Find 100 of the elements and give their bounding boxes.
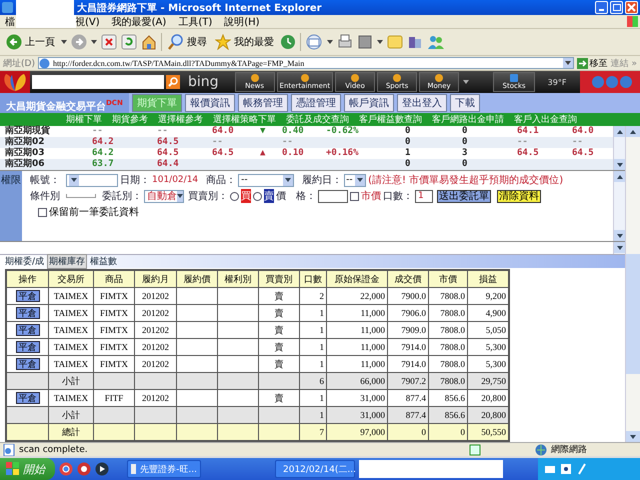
close-position-button[interactable]: 平倉 [16, 392, 40, 404]
help-icon[interactable] [560, 463, 572, 475]
radio-button[interactable] [253, 192, 262, 200]
field-label: 履約日： [302, 174, 342, 187]
favorites-button[interactable]: 我的最愛 [213, 34, 276, 50]
dropdown-arrow-icon[interactable] [377, 40, 383, 44]
back-button[interactable]: 上一頁 [4, 34, 57, 50]
history-icon[interactable] [280, 34, 296, 50]
nav-tab[interactable]: 憑證管理 [290, 94, 341, 112]
table-cell: FITF [94, 390, 134, 406]
price-field[interactable] [318, 190, 348, 202]
nav-tab[interactable]: 帳務管理 [238, 94, 288, 112]
tab[interactable]: 期權庫存 [47, 254, 88, 269]
subnav-link[interactable]: 期權下單 [66, 113, 102, 126]
submit-button[interactable]: 送出委託單 [437, 190, 491, 202]
field-label: 日期： [120, 174, 150, 187]
subnav-link[interactable]: 客戶權益數查詢 [359, 113, 422, 126]
taskbar-button[interactable]: 先豐證券-旺... [127, 460, 201, 478]
close-position-button[interactable]: 平倉 [16, 358, 40, 370]
edit-icon[interactable] [357, 34, 373, 50]
restore-icon[interactable] [610, 1, 623, 14]
close-position-button[interactable]: 平倉 [16, 290, 40, 302]
menu-item[interactable]: 檔 [5, 14, 15, 28]
subnav-link[interactable]: 選擇權參考 [158, 113, 203, 126]
account-select[interactable] [66, 174, 118, 186]
date-value: 101/02/14 [152, 175, 198, 185]
scrollbar[interactable] [613, 126, 625, 170]
table-cell: TAIMEX [48, 304, 94, 322]
quote-cell: -- [157, 126, 168, 137]
subnav-link[interactable]: 選擇權策略下單 [213, 113, 276, 126]
table-cell: 5,300 [468, 356, 509, 372]
taskbar-button[interactable]: 2012/02/14(二... [275, 460, 355, 478]
weather-label[interactable]: 39°F [537, 78, 578, 86]
subnav-link[interactable]: 客戶入出金查詢 [514, 113, 577, 126]
table-cell: TAIMEX [48, 390, 94, 406]
menu-item[interactable]: 視(V) [75, 14, 100, 28]
quote-cell: 南亞期06 [5, 159, 45, 170]
browser-icon[interactable] [59, 462, 73, 476]
search-icon[interactable] [166, 75, 180, 89]
mail-icon[interactable] [305, 34, 323, 50]
app-icon[interactable] [77, 462, 91, 476]
home-icon[interactable] [141, 34, 157, 50]
condition-field[interactable] [66, 194, 96, 198]
table-cell: 11,000 [326, 356, 388, 372]
network-icon[interactable] [576, 463, 588, 475]
tab[interactable]: 期權委/成 [4, 255, 46, 268]
keyboard-icon[interactable] [544, 463, 556, 475]
dropdown-arrow-icon[interactable] [562, 58, 573, 68]
table-cell: FIMTX [94, 304, 134, 322]
address-field[interactable]: http://forder.dcn.com.tw/TASP/TAMain.dll?TADummy&TAPage=FMP_Main [38, 57, 574, 69]
nav-tab[interactable]: 報價資訊 [184, 94, 235, 112]
nav-tab[interactable]: 登出登入 [396, 94, 447, 112]
print-icon[interactable] [337, 34, 353, 50]
menu-item[interactable]: 說明(H) [224, 14, 260, 28]
table-cell: 9,200 [468, 288, 509, 304]
checkbox[interactable] [350, 192, 359, 200]
close-position-button[interactable]: 平倉 [16, 307, 40, 319]
stop-icon[interactable] [101, 34, 117, 50]
order-type-select[interactable]: 自動倉 [144, 190, 184, 202]
radio-button[interactable] [230, 192, 239, 200]
dropdown-arrow-icon[interactable] [327, 40, 333, 44]
close-position-button[interactable]: 平倉 [16, 324, 40, 336]
messenger-icon[interactable] [427, 34, 445, 50]
table-cell: 29,750 [468, 372, 509, 390]
checkbox[interactable] [38, 208, 47, 216]
clear-button[interactable]: 清除資料 [497, 190, 541, 202]
table-cell: 11,000 [326, 338, 388, 356]
zone-text: 網際網路 [551, 444, 587, 456]
refresh-icon[interactable] [121, 34, 137, 50]
expiry-select[interactable]: -- [344, 174, 366, 186]
quote-cell: 0.10 [282, 148, 304, 159]
close-position-button[interactable]: 平倉 [16, 341, 40, 353]
scrollbar[interactable] [625, 126, 640, 442]
table-cell: 877.4 [388, 406, 428, 424]
windows-logo-icon [627, 16, 638, 27]
scrollbar[interactable] [613, 171, 625, 241]
product-select[interactable]: -- [238, 174, 294, 186]
dropdown-arrow-icon[interactable] [91, 40, 97, 44]
minimize-icon[interactable] [595, 1, 608, 14]
go-button[interactable]: 移至 [576, 56, 608, 70]
menu-item[interactable]: 工具(T) [178, 14, 212, 28]
subnav-link[interactable]: 客戶網路出金申請 [432, 113, 504, 126]
search-field[interactable] [32, 75, 164, 89]
media-icon[interactable] [407, 34, 423, 50]
tab[interactable]: 權益數 [89, 255, 118, 268]
scrollbar[interactable] [613, 242, 625, 254]
menu-item[interactable]: 我的最愛(A) [112, 14, 166, 28]
quote-cell: 63.7 [92, 159, 114, 170]
nav-tab[interactable]: 帳戶資訊 [344, 94, 394, 112]
subnav-link[interactable]: 期貨參考 [112, 113, 148, 126]
subnav-link[interactable]: 委託及成交查詢 [286, 113, 349, 126]
play-icon[interactable] [95, 462, 109, 476]
quote-cell: -0.62% [326, 126, 359, 137]
search-button[interactable]: 搜尋 [166, 34, 209, 50]
quantity-field[interactable]: 1 [415, 190, 433, 202]
dropdown-arrow-icon[interactable] [463, 80, 470, 84]
nav-tab[interactable]: 下載 [450, 94, 480, 112]
dropdown-arrow-icon[interactable] [61, 40, 67, 44]
close-icon[interactable] [625, 1, 638, 14]
start-button[interactable]: 開始 [0, 458, 55, 480]
